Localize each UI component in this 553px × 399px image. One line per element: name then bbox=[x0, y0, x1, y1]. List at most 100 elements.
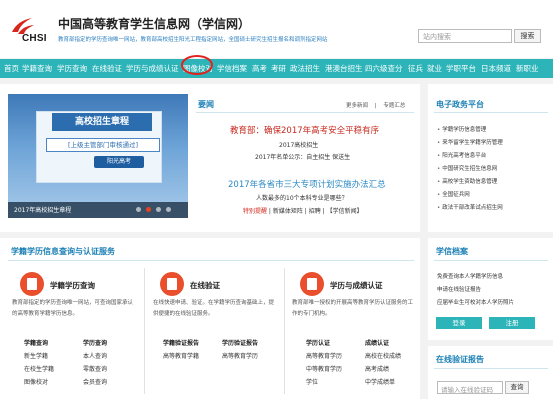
jobs-link[interactable]: 招聘 bbox=[309, 208, 321, 215]
archive-item[interactable]: 应届毕业生可校对本人学历照片 bbox=[437, 298, 514, 306]
banner-caption: 2017年高校招生章程 bbox=[14, 207, 72, 214]
list-item[interactable]: 高等教育学籍 bbox=[163, 351, 199, 360]
list-item[interactable]: 零散查询 bbox=[83, 364, 107, 373]
eservice-heading: 电子政务平台 bbox=[436, 100, 484, 109]
site-subtitle: 教育部指定的学历查询唯一网站，教育部高校招生阳光工程指定网站，全国硕士研究生招生… bbox=[58, 37, 328, 43]
list-item[interactable]: 新生学籍 bbox=[24, 351, 48, 360]
notice-link[interactable]: 特别提醒 bbox=[243, 208, 267, 215]
eservice-item[interactable]: 阳光高考信息平台 bbox=[437, 151, 486, 159]
media-link[interactable]: 新媒体矩阵 bbox=[273, 208, 303, 215]
eservice-item[interactable]: 全国征兵网 bbox=[437, 190, 470, 198]
list-item[interactable]: 高等教育学历 bbox=[222, 351, 258, 360]
eservice-item[interactable]: 来华留学生学籍学历管理 bbox=[437, 138, 503, 146]
services-divider bbox=[8, 260, 414, 261]
card-title-cert[interactable]: 学历与成绩认证 bbox=[330, 280, 383, 291]
card-desc-cert: 教育部唯一授权的开展高等教育学历认证服务的工作的专门机构。 bbox=[292, 300, 414, 317]
nav-item-home[interactable]: 首页 bbox=[4, 59, 19, 78]
nav-item-japan[interactable]: 日本频道 bbox=[481, 59, 511, 78]
carousel-dot-3[interactable] bbox=[156, 207, 161, 212]
verify-divider bbox=[434, 368, 548, 369]
archive-heading: 学信档案 bbox=[436, 247, 468, 256]
eservice-item[interactable]: 高校学生资助信息管理 bbox=[437, 177, 497, 185]
nav-item-jiuye[interactable]: 就业 bbox=[427, 59, 442, 78]
nav-item-gangao[interactable]: 港澳台招生 bbox=[325, 59, 363, 78]
main-nav: 首页 学籍查询 学历查询 在线验证 学历与成绩认证 图像校对 学信档案 高考 考… bbox=[0, 59, 553, 78]
verify-query-button[interactable]: 查询 bbox=[505, 381, 529, 394]
more-news-link[interactable]: 更多新闻 bbox=[346, 103, 368, 109]
news-item-1[interactable]: 2017高校招生 bbox=[279, 140, 318, 149]
card-title-verify[interactable]: 在线验证 bbox=[190, 280, 220, 291]
eservice-item[interactable]: 政法干部改革试点招生网 bbox=[437, 203, 503, 211]
list-head-xueji[interactable]: 学籍查询 bbox=[24, 338, 48, 347]
carousel-dot-1[interactable] bbox=[136, 207, 141, 212]
search-input[interactable]: 站内搜索 bbox=[418, 29, 512, 43]
nav-item-xuezhi[interactable]: 学职平台 bbox=[446, 59, 476, 78]
carousel-dot-4[interactable] bbox=[166, 207, 171, 212]
special-topics-link[interactable]: 专题汇总 bbox=[383, 103, 405, 109]
news-item-2[interactable]: 2017年名单公示：自主招生 保送生 bbox=[255, 152, 350, 161]
chsi-news-link[interactable]: 【学信新闻】 bbox=[327, 208, 363, 215]
news-headline[interactable]: 教育部：确保2017年高考安全平稳有序 bbox=[230, 124, 379, 136]
document-icon bbox=[20, 272, 44, 296]
verify-icon bbox=[160, 272, 184, 296]
list-item[interactable]: 图像校对 bbox=[24, 377, 48, 386]
nav-item-gaokao[interactable]: 高考 bbox=[252, 59, 267, 78]
nav-item-zhengbing[interactable]: 征兵 bbox=[408, 59, 423, 78]
verify-code-input[interactable]: 请输入在线验证码 bbox=[437, 381, 503, 394]
list-head-score-cert[interactable]: 成绩认证 bbox=[365, 338, 389, 347]
list-item[interactable]: 学位 bbox=[306, 377, 318, 386]
list-item[interactable]: 在校生学籍 bbox=[24, 364, 54, 373]
verify-heading: 在线验证报告 bbox=[436, 355, 484, 364]
banner-title: 高校招生章程 bbox=[52, 113, 152, 131]
eservice-item[interactable]: 学籍学历信息管理 bbox=[437, 125, 486, 133]
list-head-xueli[interactable]: 学历查询 bbox=[83, 338, 107, 347]
list-item[interactable]: 高等教育学历 bbox=[306, 351, 342, 360]
nav-item-cert[interactable]: 学历与成绩认证 bbox=[126, 59, 179, 78]
site-header: CHSI 中国高等教育学生信息网（学信网） 教育部指定的学历查询唯一网站，教育部… bbox=[0, 0, 553, 58]
archive-divider bbox=[434, 260, 548, 261]
card-desc-xueji: 教育部指定的学历查询唯一网站，可查询国家承认的高等教育学籍学历信息。 bbox=[12, 300, 134, 317]
news-divider bbox=[196, 112, 414, 113]
site-title: 中国高等教育学生信息网（学信网） bbox=[58, 17, 251, 31]
banner-tag: [上级主管部门审核通过] bbox=[46, 138, 160, 152]
list-item[interactable]: 中等教育学历 bbox=[306, 364, 342, 373]
carousel-dot-2[interactable] bbox=[146, 207, 151, 212]
list-head-xueji-report[interactable]: 学籍验证报告 bbox=[163, 338, 199, 347]
list-item[interactable]: 中学成绩单 bbox=[365, 377, 395, 386]
nav-item-xueji[interactable]: 学籍查询 bbox=[22, 59, 52, 78]
news-item-3[interactable]: 人数最多的10个本科专业是哪些？ bbox=[256, 193, 348, 202]
signup-button[interactable]: 注册 bbox=[489, 317, 535, 329]
nav-item-archive[interactable]: 学信档案 bbox=[217, 59, 247, 78]
banner-stamp: 阳光高考 bbox=[94, 156, 144, 168]
archive-item[interactable]: 免费查询本人学籍学历信息 bbox=[437, 272, 503, 280]
list-head-degree-cert[interactable]: 学历认证 bbox=[306, 338, 330, 347]
list-item[interactable]: 本人查询 bbox=[83, 351, 107, 360]
banner-carousel[interactable]: 高校招生章程 [上级主管部门审核通过] 阳光高考 2017年高校招生章程 bbox=[8, 94, 188, 218]
news-heading: 要闻 bbox=[198, 100, 214, 109]
archive-item[interactable]: 申请在线验证报告 bbox=[437, 285, 481, 293]
eservice-item[interactable]: 中国研究生招生信息网 bbox=[437, 164, 497, 172]
search-button[interactable]: 搜索 bbox=[514, 29, 541, 43]
list-item[interactable]: 会员查询 bbox=[83, 377, 107, 386]
services-heading: 学籍学历信息查询与认证服务 bbox=[11, 247, 115, 256]
nav-item-zhengfa[interactable]: 政法招生 bbox=[290, 59, 320, 78]
logo-text: CHSI bbox=[22, 33, 47, 44]
list-item[interactable]: 高考成绩 bbox=[365, 364, 389, 373]
news-link-sep: | bbox=[374, 103, 377, 109]
nav-item-kaoyan[interactable]: 考研 bbox=[271, 59, 286, 78]
news-links: 更多新闻 | 专题汇总 bbox=[346, 101, 405, 109]
card-title-xueji[interactable]: 学籍学历查询 bbox=[50, 280, 95, 291]
nav-item-xueli[interactable]: 学历查询 bbox=[57, 59, 87, 78]
nav-item-new-career[interactable]: 新职业 bbox=[516, 59, 539, 78]
login-button[interactable]: 登录 bbox=[436, 317, 482, 329]
list-head-xueli-report[interactable]: 学历验证报告 bbox=[222, 338, 258, 347]
card-divider bbox=[144, 268, 145, 394]
nav-item-verify[interactable]: 在线验证 bbox=[92, 59, 122, 78]
certificate-icon bbox=[300, 272, 324, 296]
news-link-row: 特别提醒 | 新媒体矩阵 | 招聘 | 【学信新闻】 bbox=[243, 208, 363, 215]
list-item[interactable]: 高校在校成绩 bbox=[365, 351, 401, 360]
news-headline-2[interactable]: 2017年各省市三大专项计划实施办法汇总 bbox=[228, 178, 386, 190]
nav-item-cet[interactable]: 四六级查分 bbox=[365, 59, 403, 78]
card-desc-verify: 在线快速申请、验证。在学籍学历查询基础上，提供便捷的在线验证服务。 bbox=[153, 300, 275, 317]
highlight-circle bbox=[181, 55, 213, 75]
